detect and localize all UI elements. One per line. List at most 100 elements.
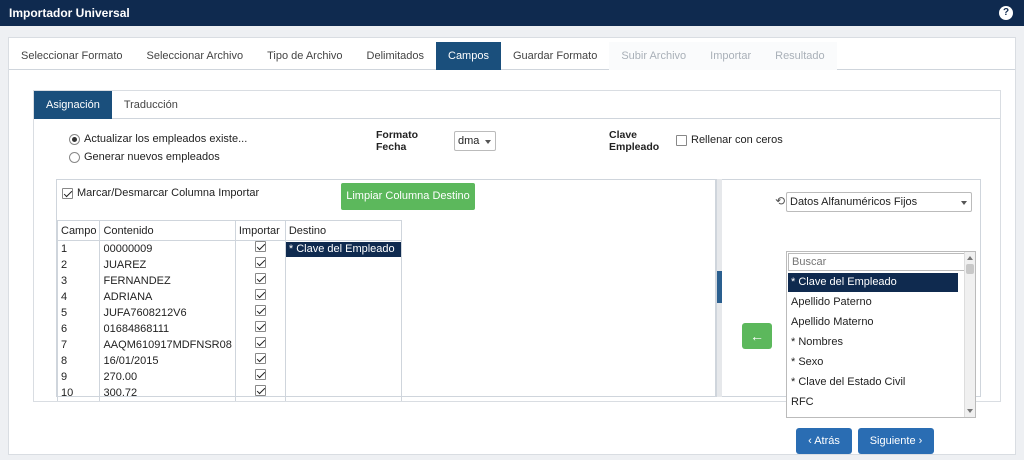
import-checkbox[interactable] — [254, 337, 266, 348]
cell-contenido: AAQM610917MDFNSR08 — [99, 337, 236, 353]
clear-destination-button[interactable]: Limpiar Columna Destino — [341, 183, 475, 210]
list-item[interactable]: * Sexo — [788, 353, 958, 372]
cell-destino[interactable] — [284, 337, 402, 353]
cell-contenido: 01684868111 — [99, 321, 236, 337]
import-checkbox[interactable] — [254, 241, 266, 252]
cell-destino[interactable] — [284, 321, 402, 337]
back-button[interactable]: ‹ Atrás — [796, 428, 852, 454]
radio-new[interactable] — [69, 151, 80, 163]
cell-destino[interactable]: * Clave del Empleado — [285, 241, 401, 257]
cell-campo: 4 — [56, 289, 101, 305]
table-row[interactable]: 8 16/01/2015 — [56, 353, 402, 369]
cell-destino[interactable] — [284, 305, 402, 321]
formato-fecha-select[interactable]: dma — [454, 131, 496, 151]
scroll-up-icon[interactable] — [967, 256, 973, 260]
list-item[interactable]: * Clave del Empleado — [788, 273, 958, 292]
cell-contenido: FERNANDEZ — [99, 273, 236, 289]
radio-update-label: Actualizar los empleados existe... — [84, 133, 248, 145]
source-grid-box: Marcar/Desmarcar Columna Importar Limpia… — [56, 179, 716, 401]
header-campo: Campo — [56, 220, 101, 241]
fields-table: Campo Contenido Importar Destino 1 00000… — [56, 220, 402, 401]
table-row[interactable]: 7 AAQM610917MDFNSR08 — [56, 337, 402, 353]
radio-new-label: Generar nuevos empleados — [84, 151, 220, 163]
tab-traduccion[interactable]: Traducción — [112, 91, 190, 119]
import-checkbox[interactable] — [254, 385, 266, 396]
list-item[interactable]: Apellido Materno — [788, 313, 958, 332]
list-item[interactable]: * Clave del Estado Civil — [788, 373, 958, 392]
cell-destino[interactable] — [284, 273, 402, 289]
cell-campo: 3 — [56, 273, 101, 289]
target-field-list[interactable]: * Clave del Empleado Apellido Paterno Ap… — [786, 251, 976, 418]
step-delimitados[interactable]: Delimitados — [355, 42, 436, 70]
table-row[interactable]: 3 FERNANDEZ — [56, 273, 402, 289]
list-item[interactable]: Apellido Paterno — [788, 293, 958, 312]
table-row[interactable]: 1 00000009 * Clave del Empleado — [56, 240, 402, 257]
help-icon[interactable]: ? — [999, 6, 1013, 20]
step-campos[interactable]: Campos — [436, 42, 501, 70]
import-checkbox[interactable] — [254, 273, 266, 284]
scroll-thumb[interactable] — [966, 264, 974, 274]
sub-tabs: Asignación Traducción — [34, 91, 1000, 119]
cell-contenido: JUFA7608212V6 — [99, 305, 236, 321]
step-importar: Importar — [698, 42, 764, 70]
table-row[interactable]: 4 ADRIANA — [56, 289, 402, 305]
search-input[interactable] — [788, 253, 965, 271]
import-checkbox[interactable] — [254, 257, 266, 268]
step-guardar-formato[interactable]: Guardar Formato — [501, 42, 609, 70]
step-seleccionar-formato[interactable]: Seleccionar Formato — [9, 42, 135, 70]
radio-new-row[interactable]: Generar nuevos empleados — [69, 151, 220, 163]
step-seleccionar-archivo[interactable]: Seleccionar Archivo — [135, 42, 256, 70]
table-row[interactable]: 2 JUAREZ — [56, 257, 402, 273]
toggle-import-row[interactable]: Marcar/Desmarcar Columna Importar — [62, 187, 259, 199]
wizard-steps: Seleccionar Formato Seleccionar Archivo … — [9, 42, 1015, 70]
import-checkbox[interactable] — [254, 353, 266, 364]
cell-destino[interactable] — [284, 385, 402, 401]
cell-campo: 7 — [56, 337, 101, 353]
assign-arrow-button[interactable]: ← — [742, 323, 772, 349]
target-type-select[interactable]: Datos Alfanuméricos Fijos — [786, 192, 972, 212]
cell-destino[interactable] — [284, 289, 402, 305]
cell-contenido: 270.00 — [99, 369, 236, 385]
scroll-down-icon[interactable] — [967, 409, 973, 413]
formato-fecha-value: dma — [458, 135, 480, 147]
table-row[interactable]: 6 01684868111 — [56, 321, 402, 337]
app-title: Importador Universal — [9, 6, 130, 20]
table-row[interactable]: 10 300.72 — [56, 385, 402, 401]
radio-update[interactable] — [69, 133, 80, 145]
chevron-left-icon: ‹ — [808, 435, 812, 447]
step-tipo-archivo[interactable]: Tipo de Archivo — [255, 42, 354, 70]
cell-campo: 8 — [56, 353, 101, 369]
radio-update-row[interactable]: Actualizar los empleados existe... — [69, 133, 247, 145]
refresh-icon[interactable]: ⟲ — [775, 194, 785, 208]
toggle-import-checkbox[interactable] — [62, 187, 73, 199]
import-checkbox[interactable] — [254, 305, 266, 316]
main-panel: Seleccionar Formato Seleccionar Archivo … — [8, 37, 1016, 455]
table-row[interactable]: 9 270.00 — [56, 369, 402, 385]
cell-campo: 1 — [56, 240, 101, 257]
cell-campo: 5 — [56, 305, 101, 321]
list-item[interactable]: * Nombres — [788, 333, 958, 352]
title-bar: Importador Universal ? — [0, 0, 1024, 26]
step-resultado: Resultado — [763, 42, 837, 70]
cell-destino[interactable] — [284, 369, 402, 385]
cell-destino[interactable] — [284, 353, 402, 369]
step-subir-archivo: Subir Archivo — [609, 42, 699, 70]
import-checkbox[interactable] — [254, 289, 266, 300]
chevron-down-icon — [485, 140, 491, 144]
cell-destino[interactable] — [284, 257, 402, 273]
chevron-down-icon — [961, 201, 967, 205]
import-checkbox[interactable] — [254, 369, 266, 380]
target-type-value: Datos Alfanuméricos Fijos — [790, 196, 918, 208]
table-row[interactable]: 5 JUFA7608212V6 — [56, 305, 402, 321]
next-label: Siguiente — [869, 435, 916, 447]
toggle-import-label: Marcar/Desmarcar Columna Importar — [77, 187, 260, 199]
tab-asignacion[interactable]: Asignación — [34, 91, 112, 119]
list-scrollbar[interactable] — [964, 252, 975, 417]
list-item[interactable]: RFC — [788, 393, 958, 412]
rellenar-row[interactable]: Rellenar con ceros — [676, 134, 783, 146]
header-importar: Importar — [234, 220, 286, 241]
next-button[interactable]: Siguiente › — [858, 428, 934, 454]
import-checkbox[interactable] — [254, 321, 266, 332]
header-destino: Destino — [284, 220, 402, 241]
rellenar-checkbox[interactable] — [676, 134, 687, 146]
